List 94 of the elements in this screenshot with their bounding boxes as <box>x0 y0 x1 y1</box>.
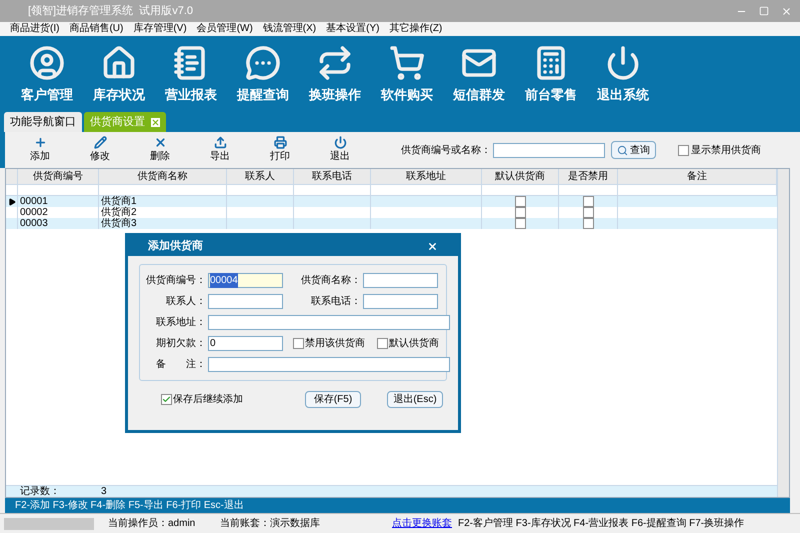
menu-item[interactable]: 钱流管理(X) <box>262 24 316 34</box>
toolbar-button[interactable]: 软件购买 <box>372 44 442 104</box>
toolbar-button[interactable]: 库存状况 <box>84 44 154 104</box>
operator-status: 当前操作员：admin <box>107 516 196 531</box>
field-label: 备 注： <box>155 358 207 372</box>
search-field[interactable] <box>493 142 605 158</box>
checkbox[interactable] <box>514 196 526 207</box>
checkbox[interactable] <box>678 144 689 156</box>
field-label: 联系地址： <box>155 316 207 330</box>
toolbar-button[interactable]: 退出系统 <box>588 44 658 104</box>
checkbox[interactable] <box>582 207 594 218</box>
field-label: 联系电话： <box>310 294 362 309</box>
input-field[interactable]: 00004 <box>208 273 283 288</box>
column-header[interactable]: 供货商编号 <box>18 169 99 184</box>
menu-item[interactable]: 商品销售(U) <box>69 24 124 34</box>
shortcut-hint: F2-添加 F3-修改 F4-删除 F5-导出 F6-打印 Esc-退出 <box>15 498 244 513</box>
table-cell: 供货商3 <box>99 218 227 229</box>
tab[interactable]: 功能导航窗口 <box>4 112 82 132</box>
x-icon <box>154 136 166 149</box>
checkbox-label: 显示禁用供货商 <box>691 144 761 158</box>
field-label: 联系人： <box>165 294 207 309</box>
toolbar-button[interactable]: 营业报表 <box>156 44 226 104</box>
table-cell: 00003 <box>18 218 99 229</box>
checkbox[interactable] <box>377 338 388 349</box>
record-count-label: 记录数： <box>19 486 61 497</box>
house-icon <box>101 44 137 80</box>
column-header[interactable]: 联系人 <box>227 169 294 184</box>
plus-icon <box>34 136 46 149</box>
menu-item[interactable]: 其它操作(Z) <box>389 24 442 34</box>
field-label: 供货商编号： <box>146 274 207 288</box>
toolbar-button[interactable]: 客户管理 <box>12 44 82 104</box>
toolbar-button[interactable]: 换班操作 <box>300 44 370 104</box>
column-header[interactable]: 是否禁用 <box>559 169 618 184</box>
close-icon[interactable] <box>781 6 792 16</box>
window-title: [领智]进销存管理系统 试用版v7.0 <box>28 4 194 19</box>
action-button[interactable]: 修改 <box>85 136 115 164</box>
search-icon <box>617 144 628 156</box>
record-count: 3 <box>100 486 107 497</box>
user-icon <box>29 44 65 80</box>
menu-item[interactable]: 基本设置(Y) <box>326 24 380 34</box>
power-icon <box>334 136 346 149</box>
input-field[interactable] <box>363 273 438 288</box>
cart-icon <box>389 44 425 80</box>
checkbox[interactable] <box>293 338 304 349</box>
swap-icon <box>317 44 353 80</box>
action-button[interactable]: 退出 <box>325 136 355 164</box>
input-field[interactable] <box>208 357 450 372</box>
search-label: 供货商编号或名称： <box>401 144 491 158</box>
checkbox[interactable] <box>514 218 526 229</box>
checkbox[interactable] <box>582 218 594 229</box>
input-field[interactable]: 0 <box>208 336 283 351</box>
scrollbar[interactable] <box>777 169 789 497</box>
change-account-link[interactable]: 点击更换账套 <box>392 516 452 531</box>
dialog-title: 添加供货商 <box>148 238 203 254</box>
checkbox[interactable] <box>161 394 172 405</box>
dialog-button[interactable]: 退出(Esc) <box>387 391 443 408</box>
column-header[interactable]: 联系地址 <box>371 169 482 184</box>
shortcut-hint: F2-客户管理 F3-库存状况 F4-营业报表 F6-提醒查询 F7-换班操作 <box>458 516 744 531</box>
table-row[interactable]: 00003 供货商3 <box>6 218 777 229</box>
action-button[interactable]: 删除 <box>145 136 175 164</box>
search-button[interactable]: 查询 <box>611 141 656 159</box>
toolbar-button[interactable]: 短信群发 <box>444 44 514 104</box>
column-header[interactable]: 联系电话 <box>294 169 371 184</box>
action-button[interactable]: 导出 <box>205 136 235 164</box>
checkbox-label: 禁用该供货商 <box>305 336 365 351</box>
column-header[interactable]: 默认供货商 <box>482 169 559 184</box>
table-row[interactable]: 00001 供货商1 <box>6 196 777 207</box>
column-header[interactable]: 供货商名称 <box>99 169 227 184</box>
toolbar-button[interactable]: 前台零售 <box>516 44 586 104</box>
checkbox[interactable] <box>514 207 526 218</box>
account-status: 当前账套：演示数据库 <box>219 516 321 531</box>
menu-item[interactable]: 商品进货(I) <box>10 24 60 34</box>
input-field[interactable] <box>208 315 450 330</box>
close-icon[interactable] <box>427 240 438 252</box>
checkbox[interactable] <box>582 196 594 207</box>
upload-icon <box>214 136 226 149</box>
chat-icon <box>245 44 281 80</box>
field-label: 期初欠款： <box>155 336 207 351</box>
menu-item[interactable]: 会员管理(W) <box>196 24 253 34</box>
checkbox-label: 默认供货商 <box>389 336 439 351</box>
dialog-button[interactable]: 保存(F5) <box>305 391 361 408</box>
toolbar-button[interactable]: 提醒查询 <box>228 44 298 104</box>
action-button[interactable]: 打印 <box>265 136 295 164</box>
field-label: 供货商名称： <box>300 274 362 288</box>
input-field[interactable] <box>208 294 283 309</box>
printer-icon <box>274 136 286 149</box>
close-icon[interactable] <box>151 118 160 126</box>
maximize-icon[interactable] <box>759 6 769 16</box>
input-field[interactable] <box>363 294 438 309</box>
pencil-icon <box>94 136 106 149</box>
action-button[interactable]: 添加 <box>25 136 55 164</box>
power-icon <box>605 44 641 80</box>
checkbox-label: 保存后继续添加 <box>173 392 243 407</box>
menu-item[interactable]: 库存管理(V) <box>133 24 187 34</box>
